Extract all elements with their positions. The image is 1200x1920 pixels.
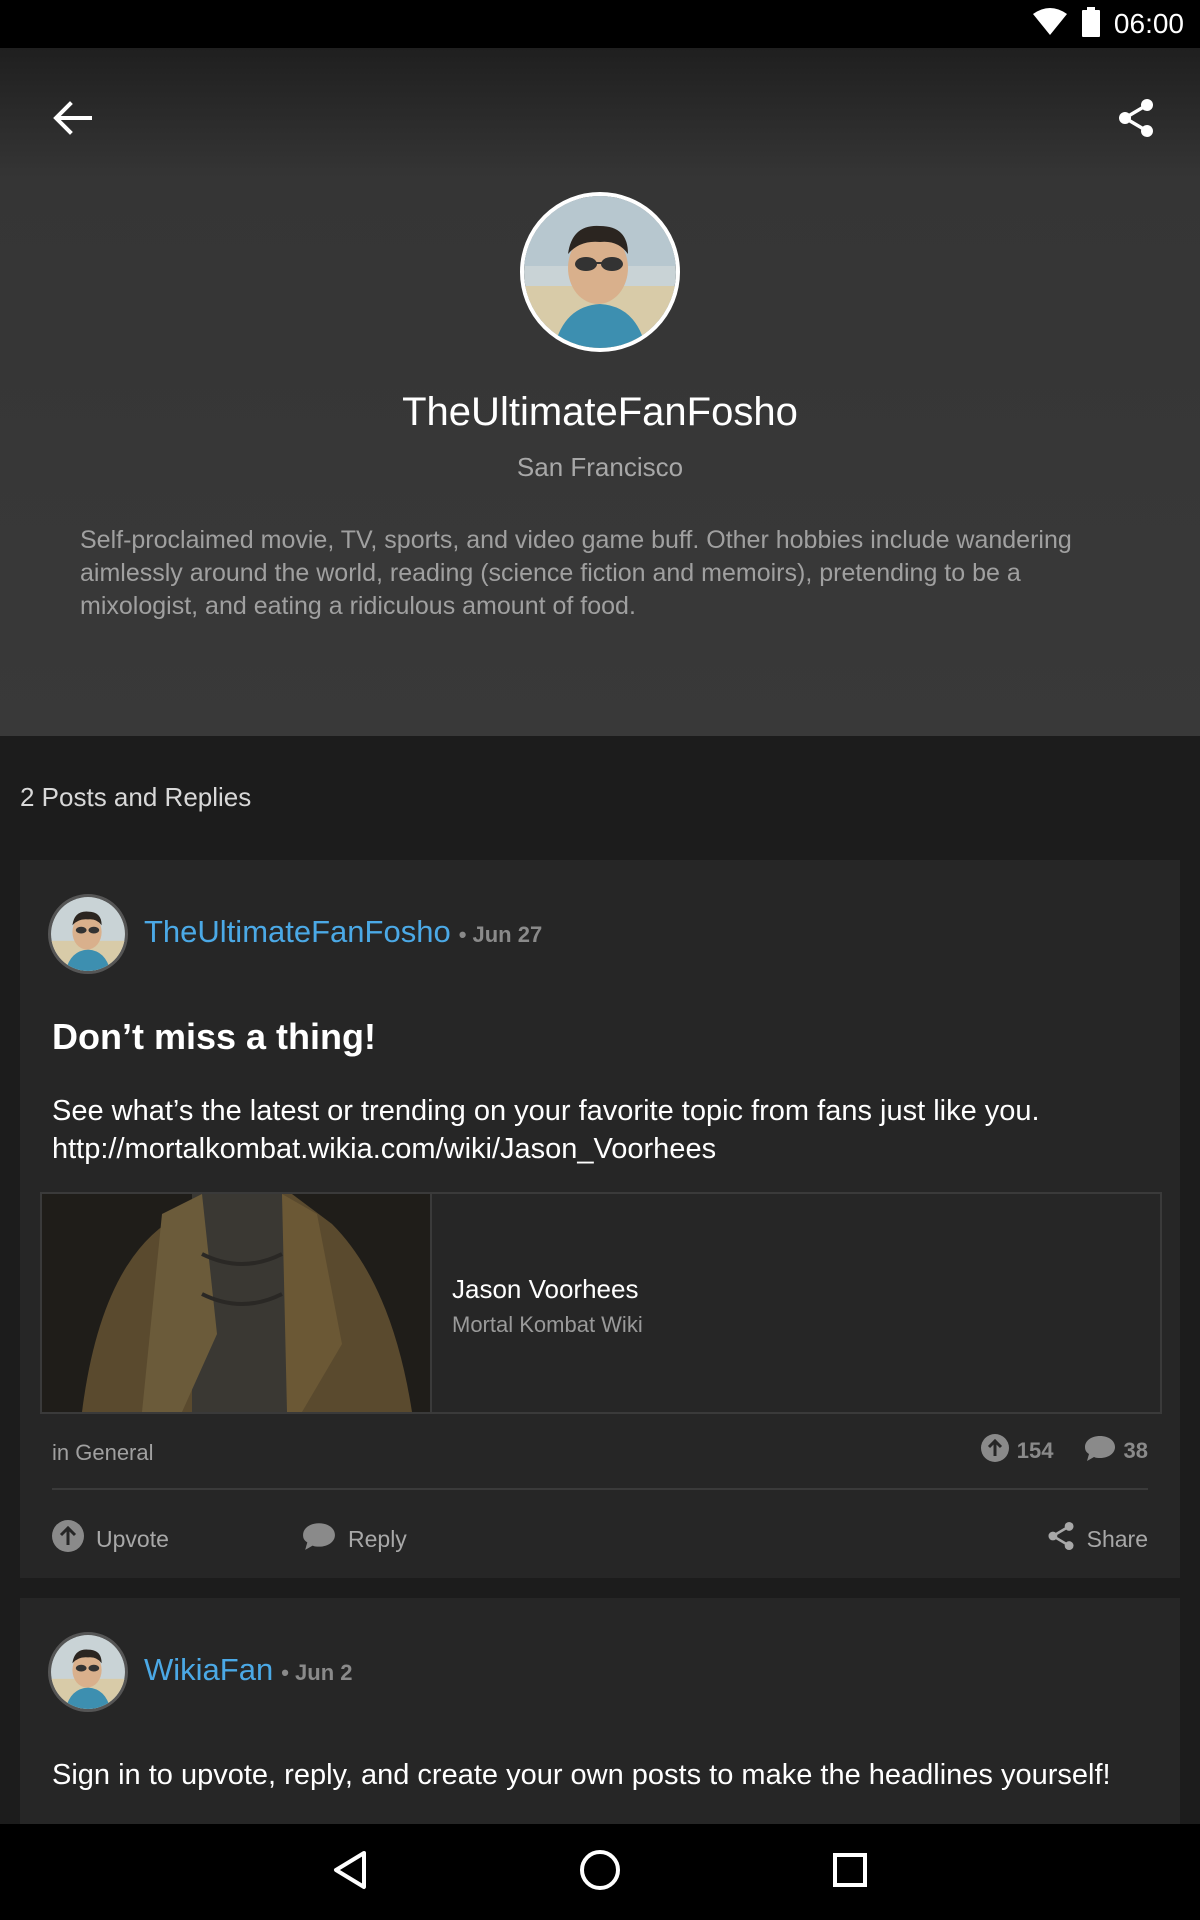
profile-avatar <box>520 192 680 352</box>
profile-name: TheUltimateFanFosho <box>402 390 798 434</box>
back-button[interactable] <box>40 88 104 152</box>
reply-button[interactable]: Reply <box>302 1514 407 1564</box>
post-date: • Jun 2 <box>281 1660 353 1685</box>
post-author-link[interactable]: TheUltimateFanFosho <box>144 914 451 950</box>
post-author-link[interactable]: WikiaFan <box>144 1652 273 1688</box>
post-author-avatar[interactable] <box>48 1632 128 1712</box>
system-nav-bar <box>0 1824 1200 1920</box>
arrow-left-icon <box>52 100 92 141</box>
post-author-avatar[interactable] <box>48 894 128 974</box>
post-body-url[interactable]: http://mortalkombat.wikia.com/wiki/Jason… <box>52 1130 1162 1168</box>
upvote-label: Upvote <box>96 1525 169 1552</box>
share-label: Share <box>1086 1525 1148 1552</box>
share-post-button[interactable]: Share <box>1047 1514 1148 1564</box>
upvote-count-value: 154 <box>1016 1438 1054 1463</box>
status-icons: 06:00 <box>1032 0 1184 48</box>
nav-recents-icon <box>832 1852 868 1893</box>
profile-bio: Self-proclaimed movie, TV, sports, and v… <box>80 526 1072 620</box>
reply-icon <box>302 1521 336 1557</box>
nav-recents-button[interactable] <box>820 1842 880 1902</box>
nav-back-button[interactable] <box>320 1842 380 1902</box>
post-meta: TheUltimateFanFosho • Jun 27 <box>144 914 542 950</box>
nav-home-button[interactable] <box>570 1842 630 1902</box>
share-profile-button[interactable] <box>1104 88 1168 152</box>
share-icon <box>1117 98 1155 143</box>
share-post-icon <box>1047 1521 1075 1557</box>
profile-location: San Francisco <box>516 452 684 482</box>
reply-label: Reply <box>348 1525 407 1552</box>
comment-bubble-icon <box>1084 1434 1116 1468</box>
link-preview-card[interactable]: Jason Voorhees Mortal Kombat Wiki <box>40 1192 1162 1414</box>
link-preview-source: Mortal Kombat Wiki <box>452 1312 643 1337</box>
feed-title: 2 Posts and Replies <box>20 782 252 812</box>
status-time: 06:00 <box>1113 8 1184 39</box>
upvote-circle-icon <box>980 1434 1009 1468</box>
reply-count: 38 <box>1084 1434 1148 1468</box>
post-body: See what’s the latest or trending on you… <box>52 1092 1162 1168</box>
post-body-text: See what’s the latest or trending on you… <box>52 1095 1040 1127</box>
post-actions: Upvote Reply Share <box>20 1514 1180 1564</box>
post-card[interactable]: WikiaFan • Jun 2 Sign in to upvote, repl… <box>20 1598 1180 1838</box>
link-preview-image <box>42 1194 432 1412</box>
reply-count-value: 38 <box>1123 1438 1148 1463</box>
post-date: • Jun 27 <box>458 922 543 947</box>
upvote-button[interactable]: Upvote <box>52 1514 169 1564</box>
link-preview-title: Jason Voorhees <box>452 1274 639 1304</box>
post-stats: 154 38 <box>980 1434 1148 1468</box>
upvote-count: 154 <box>980 1434 1054 1468</box>
post-card[interactable]: TheUltimateFanFosho • Jun 27 Don’t miss … <box>20 860 1180 1578</box>
battery-icon <box>1081 6 1100 42</box>
post-meta: WikiaFan • Jun 2 <box>144 1652 352 1688</box>
profile-header: TheUltimateFanFosho San Francisco Self-p… <box>0 48 1200 736</box>
nav-home-icon <box>579 1849 621 1896</box>
post-category[interactable]: in General <box>52 1440 154 1466</box>
nav-back-icon <box>332 1850 368 1895</box>
status-bar: 06:00 <box>0 0 1200 48</box>
wifi-icon <box>1032 7 1068 41</box>
post-title: Don’t miss a thing! <box>52 1016 376 1057</box>
upvote-icon <box>52 1520 84 1558</box>
post-body: Sign in to upvote, reply, and create you… <box>52 1759 1111 1791</box>
card-divider <box>52 1488 1148 1490</box>
